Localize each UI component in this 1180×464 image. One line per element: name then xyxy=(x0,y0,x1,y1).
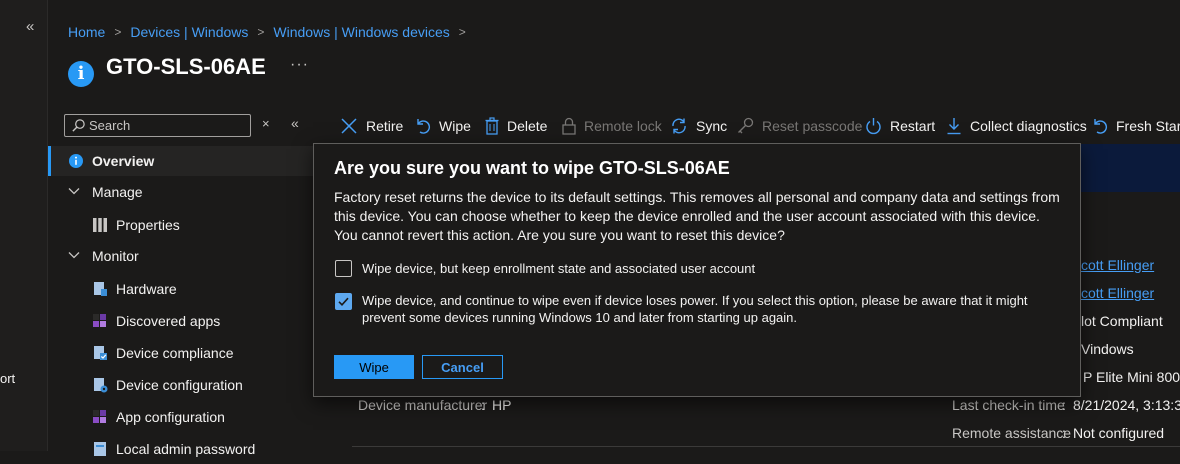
power-icon xyxy=(866,118,881,135)
breadcrumb-home[interactable]: Home xyxy=(68,24,105,40)
reset-passcode-button[interactable]: Reset passcode xyxy=(737,112,862,140)
menu-item-label: Device compliance xyxy=(116,345,234,361)
divider xyxy=(352,446,1180,447)
portal-nav-partial-label[interactable]: ort xyxy=(0,371,15,386)
enrolled-by-link[interactable]: cott Ellinger xyxy=(1081,285,1154,301)
menu-item-label: Overview xyxy=(92,153,155,169)
menu-item-app-configuration[interactable]: App configuration xyxy=(48,402,314,432)
remote-assistance-label: Remote assistance xyxy=(952,425,1072,441)
colon-separator: : xyxy=(1062,397,1066,413)
primary-user-link[interactable]: cott Ellinger xyxy=(1081,257,1154,273)
collect-diagnostics-button[interactable]: Collect diagnostics xyxy=(946,112,1087,140)
menu-collapse-button[interactable]: « xyxy=(291,115,299,131)
page-title: GTO-SLS-06AE xyxy=(106,54,266,79)
fresh-start-icon xyxy=(1094,119,1107,134)
breadcrumb-windows-devices[interactable]: Windows | Windows devices xyxy=(273,24,449,40)
continue-wipe-checkbox[interactable] xyxy=(335,293,352,310)
apps-grid-icon xyxy=(93,314,106,327)
trash-icon xyxy=(485,117,499,135)
chevron-right-icon: > xyxy=(114,25,122,39)
compliance-value: lot Compliant xyxy=(1081,313,1163,329)
key-icon xyxy=(738,117,754,134)
menu-group-label: Monitor xyxy=(92,248,139,264)
menu-group-monitor[interactable]: Monitor xyxy=(48,241,314,271)
confirm-wipe-button[interactable]: Wipe xyxy=(334,355,414,379)
menu-item-discovered-apps[interactable]: Discovered apps xyxy=(48,306,314,336)
delete-button[interactable]: Delete xyxy=(485,112,547,140)
chevron-right-icon: > xyxy=(257,25,265,39)
cancel-button[interactable]: Cancel xyxy=(422,355,503,379)
breadcrumb: Home > Devices | Windows > Windows | Win… xyxy=(68,24,475,40)
hardware-icon xyxy=(94,282,107,296)
info-icon: i xyxy=(68,61,94,87)
menu-item-label: Discovered apps xyxy=(116,313,221,329)
menu-item-label: Local admin password xyxy=(116,441,256,457)
sync-button[interactable]: Sync xyxy=(670,112,727,140)
menu-item-device-compliance[interactable]: Device compliance xyxy=(48,338,314,368)
os-value: Vindows xyxy=(1081,341,1134,357)
colon-separator: : xyxy=(481,397,485,413)
password-icon xyxy=(94,442,106,456)
fresh-start-button[interactable]: Fresh Start xyxy=(1092,112,1180,140)
search-icon xyxy=(72,119,85,132)
chevron-down-icon xyxy=(68,252,80,259)
wipe-confirmation-dialog: Are you sure you want to wipe GTO-SLS-06… xyxy=(313,143,1081,397)
last-checkin-value: 8/21/2024, 3:13:37 xyxy=(1073,397,1180,413)
sync-icon xyxy=(672,118,686,134)
info-banner xyxy=(1076,144,1180,192)
search-clear-button[interactable]: × xyxy=(262,116,270,131)
menu-item-label: Properties xyxy=(116,217,180,233)
command-bar: Retire Wipe Delete Remote lock Sync Rese… xyxy=(335,112,1180,140)
menu-item-properties[interactable]: Properties xyxy=(48,210,314,240)
undo-icon xyxy=(417,119,430,134)
configuration-icon xyxy=(94,378,108,393)
manufacturer-label: Device manufacturer xyxy=(358,397,488,413)
last-checkin-label: Last check-in time xyxy=(952,397,1065,413)
chevron-right-icon: > xyxy=(458,25,466,39)
menu-item-overview[interactable]: Overview xyxy=(48,146,314,176)
download-icon xyxy=(947,118,961,135)
colon-separator: : xyxy=(1062,425,1066,441)
restart-button[interactable]: Restart xyxy=(865,112,935,140)
properties-icon xyxy=(93,218,107,232)
retire-button[interactable]: Retire xyxy=(340,112,403,140)
menu-group-manage[interactable]: Manage xyxy=(48,177,314,207)
search-input[interactable] xyxy=(89,116,244,134)
menu-item-label: App configuration xyxy=(116,409,225,425)
wipe-button[interactable]: Wipe xyxy=(415,112,471,140)
remote-assistance-value: Not configured xyxy=(1073,425,1165,441)
menu-item-device-configuration[interactable]: Device configuration xyxy=(48,370,314,400)
info-icon xyxy=(69,154,83,168)
portal-nav-collapse-button[interactable]: « xyxy=(26,18,34,35)
menu-item-hardware[interactable]: Hardware xyxy=(48,274,314,304)
keep-enrollment-label: Wipe device, but keep enrollment state a… xyxy=(362,261,756,276)
dialog-title: Are you sure you want to wipe GTO-SLS-06… xyxy=(334,158,730,178)
close-icon xyxy=(341,118,357,134)
continue-wipe-label: Wipe device, and continue to wipe even i… xyxy=(362,293,1028,325)
manufacturer-value: HP xyxy=(492,397,512,413)
chevron-down-icon xyxy=(68,188,80,195)
keep-enrollment-checkbox[interactable] xyxy=(335,260,352,277)
remote-lock-button[interactable]: Remote lock xyxy=(562,112,662,140)
app-config-icon xyxy=(93,410,106,423)
checkmark-icon xyxy=(338,297,349,306)
breadcrumb-devices-windows[interactable]: Devices | Windows xyxy=(130,24,248,40)
menu-item-local-admin-password[interactable]: Local admin password xyxy=(48,434,314,464)
lock-icon xyxy=(562,117,576,135)
menu-search-box[interactable] xyxy=(64,114,251,137)
menu-item-label: Hardware xyxy=(116,281,177,297)
model-value: P Elite Mini 800 G xyxy=(1083,369,1180,385)
menu-item-label: Device configuration xyxy=(116,377,243,393)
more-options-button[interactable]: ··· xyxy=(290,56,309,74)
compliance-icon xyxy=(94,346,107,360)
menu-group-label: Manage xyxy=(92,184,143,200)
dialog-description: Factory reset returns the device to its … xyxy=(334,189,1060,243)
